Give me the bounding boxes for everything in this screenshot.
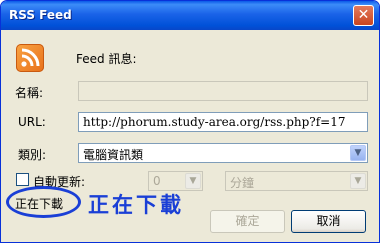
url-field[interactable]: http://phorum.study-area.org/rss.php?f=1… [78,112,368,132]
rss-feed-dialog: RSS Feed ✕ Feed 訊息: 名稱: URL: http://phor… [0,0,380,243]
close-button[interactable]: ✕ [353,5,374,26]
highlight-ellipse [6,186,81,218]
window-title: RSS Feed [9,8,72,22]
cancel-button[interactable]: 取消 [291,210,366,233]
interval-stepper[interactable]: 0 ▼ [148,171,203,191]
interval-value: 0 [153,174,161,188]
status-annotation: 正在下載 [88,193,184,217]
feed-info-label: Feed 訊息: [76,52,137,66]
chevron-down-icon[interactable]: ▼ [350,145,366,161]
category-label: 類別: [18,148,47,162]
chevron-down-icon[interactable]: ▼ [185,173,201,189]
name-field[interactable] [78,81,368,101]
unit-select[interactable]: 分鐘 ▼ [225,171,368,191]
auto-update-checkbox[interactable] [16,173,29,186]
unit-value: 分鐘 [230,176,255,190]
ok-button[interactable]: 確定 [210,210,285,233]
close-icon: ✕ [357,7,370,23]
category-select[interactable]: 電腦資訊類 ▼ [78,143,368,163]
title-bar[interactable]: RSS Feed ✕ [1,1,379,30]
rss-feed-icon [16,44,44,72]
name-label: 名稱: [15,86,44,100]
url-label: URL: [18,115,46,129]
category-value: 電腦資訊類 [83,148,144,162]
chevron-down-icon[interactable]: ▼ [350,173,366,189]
